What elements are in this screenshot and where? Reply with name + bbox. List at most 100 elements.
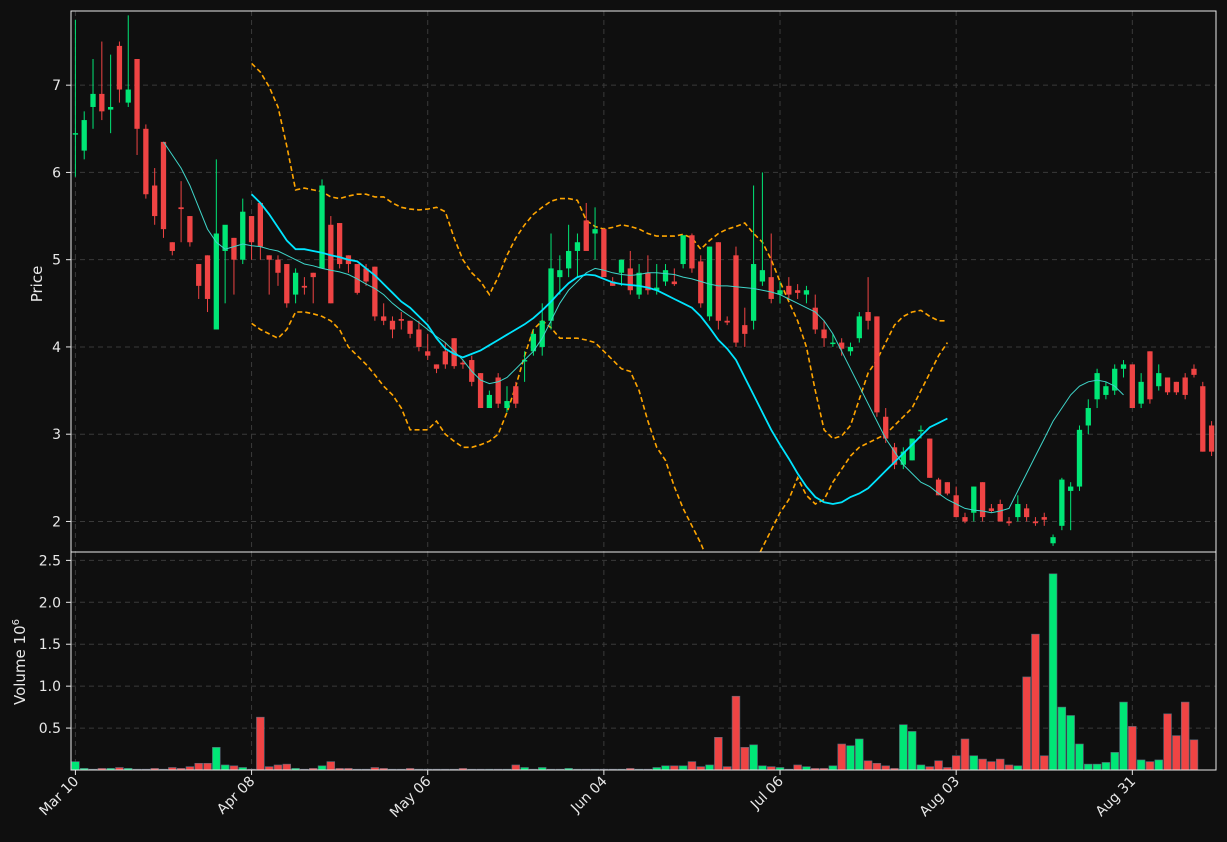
candle-body <box>433 364 440 369</box>
candle-body <box>196 264 202 286</box>
candle-body <box>557 270 563 278</box>
candle-body <box>442 351 448 365</box>
volume-bar <box>273 764 283 771</box>
candle-body <box>953 495 959 518</box>
date-tick-label: Aug 03 <box>917 774 963 820</box>
candle-body <box>724 320 730 323</box>
volume-bar <box>1048 573 1058 771</box>
volume-bar <box>1128 726 1137 771</box>
volume-bar <box>872 762 882 771</box>
volume-bar <box>1110 752 1119 771</box>
volume-bar <box>511 764 520 771</box>
candle-body <box>275 259 281 273</box>
candle-body <box>874 316 880 413</box>
volume-bar <box>996 758 1005 771</box>
volume-bar <box>714 736 723 771</box>
candle-body <box>1050 537 1056 544</box>
candle-body <box>662 270 669 282</box>
candle-body <box>944 482 951 494</box>
candle-body <box>733 255 739 343</box>
volume-bar <box>1013 765 1023 771</box>
candle-body <box>847 346 854 352</box>
price-axis-ticks: 2 3 4 5 6 7 <box>52 78 71 530</box>
candle-body <box>830 342 836 345</box>
date-tick-label: Jul 06 <box>747 773 787 813</box>
volume-bar <box>1119 701 1128 771</box>
volume-tick-label: 1.5 <box>39 637 61 653</box>
price-tick-label: 7 <box>52 78 61 94</box>
volume-bar <box>925 766 934 771</box>
candle-body <box>425 351 431 356</box>
candle-body <box>927 438 933 478</box>
volume-bar <box>696 766 705 771</box>
candle-body <box>81 120 87 151</box>
candle-body <box>794 290 801 293</box>
volume-bar <box>1092 763 1102 771</box>
candle-body <box>1112 368 1118 391</box>
volume-bar <box>1180 701 1190 771</box>
volume-tick-label: 2.5 <box>39 553 61 569</box>
candle-body <box>856 316 862 339</box>
candle-body <box>618 259 625 273</box>
candle-body <box>187 216 193 243</box>
candle-body <box>715 242 722 321</box>
volume-bar <box>987 761 996 771</box>
candle-body <box>1182 377 1188 395</box>
candle-body <box>513 386 519 404</box>
candle-body <box>1006 521 1012 524</box>
volume-bar <box>881 765 890 771</box>
volume-bar <box>212 747 221 771</box>
candle-body <box>266 255 272 260</box>
candle-body <box>1085 408 1091 426</box>
candle-body <box>1059 479 1065 526</box>
candle-body <box>1015 504 1021 518</box>
volume-bar <box>863 760 873 771</box>
volume-bar <box>1057 706 1067 771</box>
candle-body <box>971 486 977 513</box>
volume-bar <box>229 765 239 771</box>
candle-body <box>1191 368 1197 375</box>
candle-body <box>257 202 264 247</box>
date-tick-label: Aug 31 <box>1093 774 1139 820</box>
candle-body <box>565 250 572 269</box>
volume-bar <box>758 765 767 771</box>
price-axis-label: Price <box>28 266 46 303</box>
date-tick-label: Apr 08 <box>214 774 258 818</box>
candle-body <box>143 128 149 195</box>
candle-body <box>222 224 228 251</box>
volume-bars <box>71 573 1199 771</box>
volume-bar <box>1154 759 1163 771</box>
candle-body <box>160 141 167 230</box>
candle-body <box>204 255 211 299</box>
volume-bar <box>802 766 811 771</box>
volume-bar <box>1163 713 1172 771</box>
candle-body <box>671 281 677 285</box>
candle-body <box>636 272 642 295</box>
candle-body <box>1208 425 1215 452</box>
price-tick-label: 2 <box>52 514 61 530</box>
volume-bar <box>978 758 987 771</box>
volume-bar <box>916 764 926 771</box>
candle-body <box>1138 381 1144 404</box>
candle-body <box>803 290 810 295</box>
candle-body <box>988 508 995 511</box>
moving-averages <box>163 141 1124 514</box>
candle-body <box>169 242 175 251</box>
volume-panel-frame <box>70 551 1217 771</box>
volume-exponent: 6 <box>11 619 22 625</box>
volume-bar <box>731 695 741 771</box>
candle-body <box>1156 373 1162 387</box>
volume-bar <box>1031 633 1040 771</box>
date-tick-label: May 06 <box>387 773 435 821</box>
volume-bar <box>670 765 679 771</box>
candle-body <box>90 93 96 107</box>
candle-body <box>416 329 422 347</box>
volume-bar <box>687 761 697 771</box>
candle-body <box>583 220 589 251</box>
volume-bar <box>960 738 970 771</box>
candle-body <box>1032 521 1039 524</box>
candle-body <box>918 429 924 432</box>
volume-bar <box>951 755 961 771</box>
volume-bar <box>71 761 80 771</box>
volume-bar <box>317 765 327 771</box>
